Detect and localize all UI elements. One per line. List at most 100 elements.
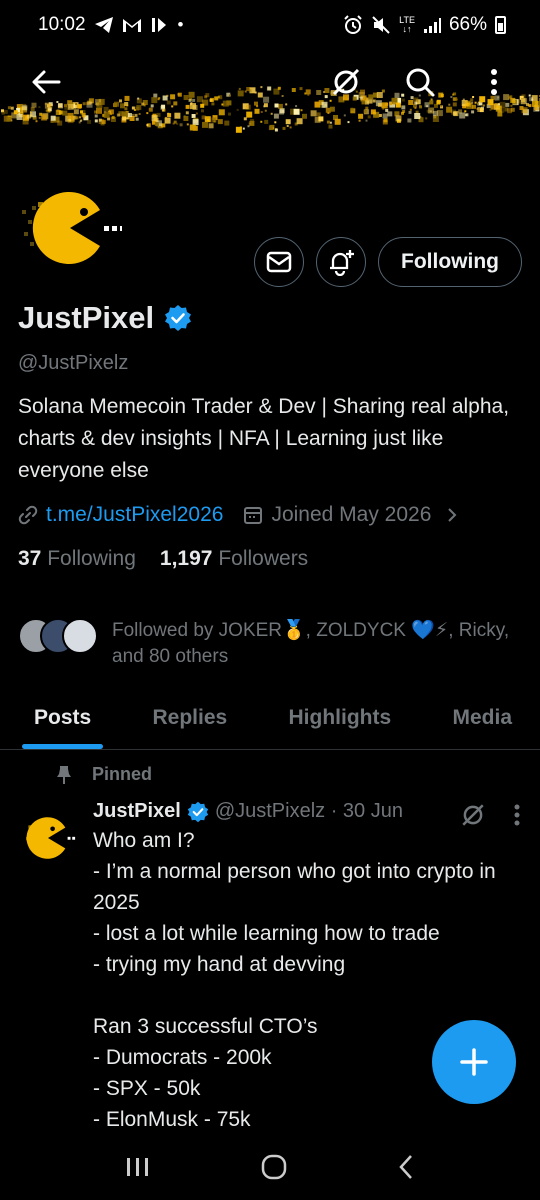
grok-icon xyxy=(332,68,360,96)
banner-pixel xyxy=(151,115,158,122)
banner-pixel xyxy=(1,111,5,115)
banner-pixel xyxy=(436,110,443,117)
tab-highlights[interactable]: Highlights xyxy=(289,690,392,749)
banner-pixel xyxy=(111,115,115,119)
pacman-avatar-image xyxy=(18,808,78,868)
message-button[interactable] xyxy=(254,237,305,287)
compose-button[interactable] xyxy=(432,1020,516,1104)
banner-pixel xyxy=(127,113,132,117)
more-button[interactable] xyxy=(472,60,516,104)
followed-by[interactable]: Followed by JOKER🥇, ZOLDYCK 💙⚡, Ricky, a… xyxy=(18,618,523,670)
banner-pixel xyxy=(425,117,428,120)
banner-pixel xyxy=(183,116,189,121)
banner-pixel xyxy=(217,119,223,125)
post-avatar[interactable] xyxy=(18,808,78,868)
recent-apps-icon[interactable] xyxy=(125,1155,151,1179)
banner-pixel xyxy=(154,122,159,126)
follower-avatars xyxy=(18,618,98,670)
banner-pixel xyxy=(465,113,469,117)
banner-pixel xyxy=(250,119,255,124)
followed-by-text: Followed by JOKER🥇, ZOLDYCK 💙⚡, Ricky, a… xyxy=(112,620,510,667)
banner-pixel xyxy=(497,111,503,117)
grok-button[interactable] xyxy=(324,60,368,104)
banner-pixel xyxy=(408,110,412,114)
profile-link[interactable]: t.me/JustPixel2026 xyxy=(46,503,223,527)
nav-actions xyxy=(324,60,516,104)
pacman-avatar-image xyxy=(18,176,122,280)
banner-pixel xyxy=(246,111,253,118)
more-icon xyxy=(491,69,497,95)
banner-pixel xyxy=(414,113,421,119)
banner-pixel xyxy=(87,119,92,124)
banner-pixel xyxy=(161,109,164,112)
home-icon[interactable] xyxy=(260,1153,288,1181)
banner-pixel xyxy=(38,116,41,119)
tab-posts[interactable]: Posts xyxy=(21,690,104,749)
banner-pixel xyxy=(318,116,324,122)
banner-pixel xyxy=(268,126,273,131)
tab-media[interactable]: Media xyxy=(452,690,512,749)
banner-pixel xyxy=(378,114,382,117)
banner-pixel xyxy=(22,118,29,125)
banner-pixel xyxy=(39,112,43,116)
link-icon xyxy=(18,505,38,525)
banner-pixel xyxy=(302,113,307,119)
banner-pixel xyxy=(94,114,98,118)
banner-pixel xyxy=(146,124,149,126)
status-bar: 10:02 • LTE ↓↑ 66% xyxy=(0,0,540,50)
pin-icon xyxy=(57,765,71,784)
signal-icon xyxy=(423,17,441,33)
banner-pixel xyxy=(81,112,86,117)
banner-pixel xyxy=(432,116,439,122)
battery-icon xyxy=(495,16,506,34)
banner-pixel xyxy=(26,114,31,119)
follow-counts: 37 Following 1,197 Followers xyxy=(18,547,523,571)
banner-pixel xyxy=(195,112,198,115)
banner-pixel xyxy=(282,126,286,130)
profile-tabs: Posts Replies Highlights Media xyxy=(0,690,540,750)
following-count-link[interactable]: 37 Following xyxy=(18,547,136,571)
profile-bio: Solana Memecoin Trader & Dev | Sharing r… xyxy=(18,395,510,482)
media-icon xyxy=(150,16,170,34)
grok-icon[interactable] xyxy=(460,802,486,828)
followers-count-link[interactable]: 1,197 Followers xyxy=(160,547,308,571)
profile-meta: t.me/JustPixel2026 Joined May 2026 xyxy=(18,503,523,527)
verified-badge-icon[interactable] xyxy=(164,304,192,332)
banner-pixel xyxy=(179,123,183,127)
joined-item[interactable]: Joined May 2026 xyxy=(243,503,459,527)
banner-pixel xyxy=(213,120,216,123)
back-nav-icon[interactable] xyxy=(397,1153,415,1181)
profile-avatar[interactable] xyxy=(18,176,122,280)
profile-link-item[interactable]: t.me/JustPixel2026 xyxy=(18,503,223,527)
pinned-indicator: Pinned xyxy=(56,764,152,785)
post-handle-time: @JustPixelz · 30 Jun xyxy=(214,800,403,822)
pinned-label: Pinned xyxy=(92,764,153,784)
banner-pixel xyxy=(201,109,204,113)
banner-pixel xyxy=(270,112,273,115)
banner-pixel xyxy=(29,111,32,114)
tab-replies[interactable]: Replies xyxy=(153,690,228,749)
followers-label: Followers xyxy=(218,547,309,570)
post-author-name[interactable]: JustPixel xyxy=(93,800,181,823)
banner-pixel xyxy=(274,128,278,132)
bell-plus-icon xyxy=(330,250,355,276)
banner-pixel xyxy=(208,123,214,129)
banner-pixel xyxy=(274,121,277,124)
banner-pixel xyxy=(165,116,167,119)
following-button[interactable]: Following xyxy=(378,237,522,287)
banner-pixel xyxy=(409,108,412,111)
banner-pixel xyxy=(146,112,149,115)
banner-pixel xyxy=(367,115,371,119)
battery-percent: 66% xyxy=(448,14,487,35)
banner-pixel xyxy=(46,108,51,113)
search-button[interactable] xyxy=(398,60,442,104)
banner-pixel xyxy=(363,109,367,113)
back-button[interactable] xyxy=(24,60,68,104)
banner-pixel xyxy=(459,112,466,119)
banner-pixel xyxy=(358,113,364,119)
chevron-right-icon xyxy=(448,508,457,522)
post-more-icon[interactable] xyxy=(514,804,520,826)
notify-button[interactable] xyxy=(316,237,367,287)
banner-pixel xyxy=(279,109,285,115)
mute-icon xyxy=(371,15,391,35)
